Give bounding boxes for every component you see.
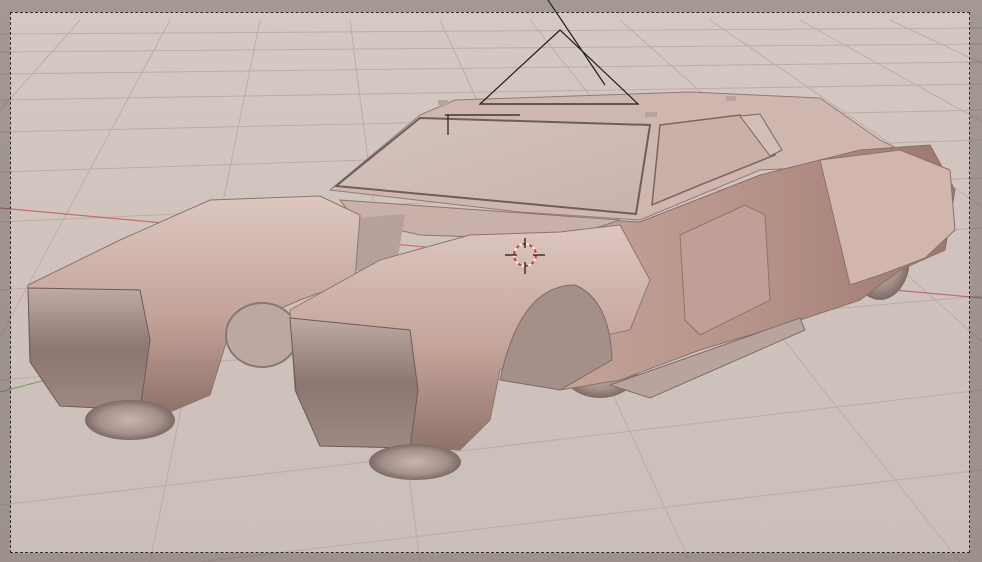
- windshield: [333, 116, 652, 216]
- car-body-model[interactable]: [27, 91, 956, 480]
- front-bumper-right: [289, 317, 419, 449]
- roof-marker: [645, 112, 657, 117]
- front-bumper-left: [27, 287, 151, 411]
- roof-marker: [726, 96, 736, 101]
- 3d-viewport[interactable]: [0, 0, 982, 562]
- front-wheel-left-hub: [225, 302, 299, 368]
- front-wheel-left: [85, 400, 175, 440]
- front-wheel-right: [369, 444, 461, 480]
- viewport-scene[interactable]: [0, 0, 982, 562]
- roof-marker: [438, 100, 448, 105]
